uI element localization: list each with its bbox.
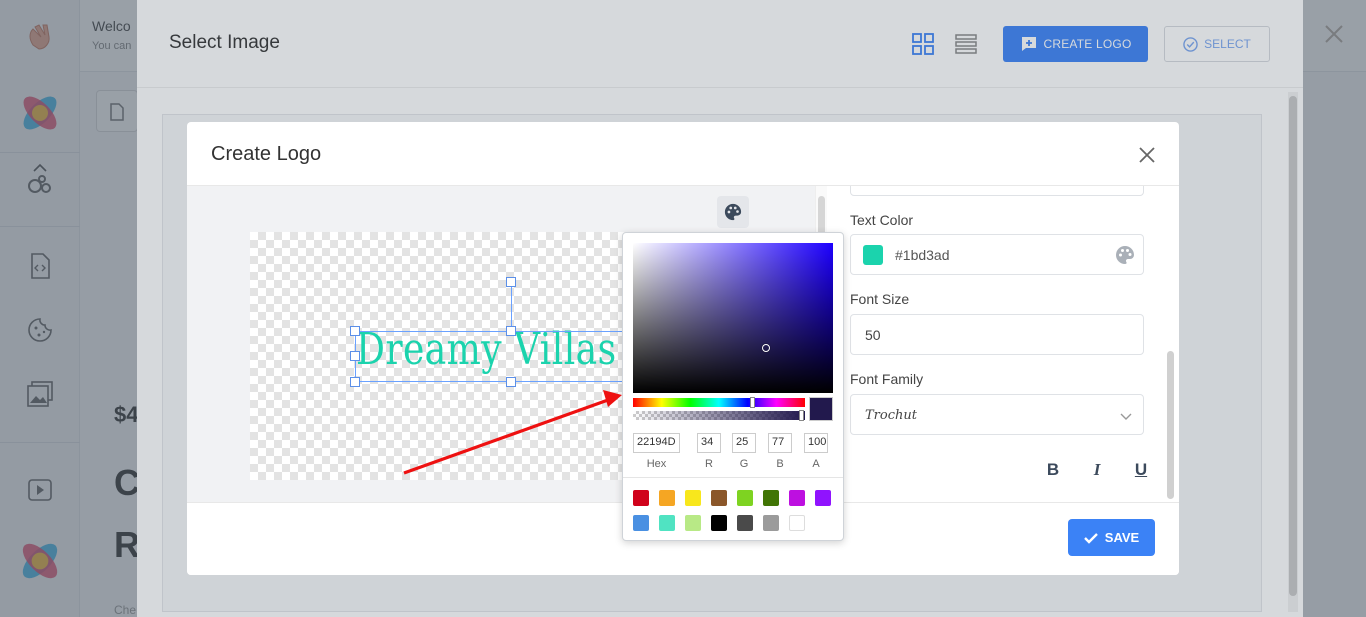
- properties-scrollbar[interactable]: [1165, 186, 1177, 502]
- preset-color-swatch[interactable]: [659, 515, 675, 531]
- bold-button[interactable]: B: [1039, 456, 1067, 484]
- preset-color-swatch[interactable]: [633, 490, 649, 506]
- text-color-field[interactable]: #1bd3ad: [850, 234, 1144, 275]
- preset-color-swatch[interactable]: [737, 490, 753, 506]
- preset-colors: [623, 477, 843, 540]
- font-family-select[interactable]: Trochut: [850, 394, 1144, 435]
- resize-handle-b[interactable]: [506, 377, 516, 387]
- palette-icon[interactable]: [1115, 245, 1135, 265]
- preset-color-swatch[interactable]: [685, 490, 701, 506]
- text-properties-panel: Text Color #1bd3ad Font Size 50 Font Fam…: [828, 186, 1179, 502]
- italic-button[interactable]: I: [1083, 456, 1111, 484]
- close-icon[interactable]: [1137, 145, 1157, 165]
- resize-handle-bl[interactable]: [350, 377, 360, 387]
- save-button[interactable]: SAVE: [1068, 519, 1155, 556]
- alpha-label: A: [812, 458, 820, 470]
- palette-icon: [724, 203, 742, 221]
- rotation-line: [511, 286, 512, 331]
- underline-label: U: [1134, 460, 1148, 479]
- save-label: SAVE: [1104, 530, 1140, 545]
- preset-color-swatch[interactable]: [685, 515, 701, 531]
- resize-handle-t[interactable]: [506, 326, 516, 336]
- preset-color-swatch[interactable]: [711, 490, 727, 506]
- alpha-thumb[interactable]: [799, 410, 804, 421]
- blue-input[interactable]: 77: [768, 433, 792, 453]
- blue-label: B: [776, 458, 784, 470]
- rotate-handle[interactable]: [506, 277, 516, 287]
- text-color-label: Text Color: [850, 212, 914, 228]
- text-input[interactable]: [850, 186, 1144, 196]
- font-size-input[interactable]: 50: [850, 314, 1144, 355]
- color-picker-popover: 22194D 34 25 77 100 Hex R G B A: [622, 232, 844, 541]
- preset-color-swatch[interactable]: [815, 490, 831, 506]
- preset-color-swatch[interactable]: [633, 515, 649, 531]
- preset-color-swatch[interactable]: [737, 515, 753, 531]
- green-input[interactable]: 25: [732, 433, 756, 453]
- palette-button[interactable]: [717, 196, 749, 228]
- font-size-value: 50: [865, 327, 881, 343]
- hue-thumb[interactable]: [750, 397, 755, 408]
- font-family-value: Trochut: [865, 408, 917, 423]
- alpha-slider[interactable]: [633, 410, 805, 421]
- alpha-input[interactable]: 100: [804, 433, 828, 453]
- preset-color-swatch[interactable]: [763, 515, 779, 531]
- text-color-value: #1bd3ad: [895, 247, 950, 263]
- preset-color-swatch[interactable]: [659, 490, 675, 506]
- font-family-label: Font Family: [850, 371, 924, 387]
- preset-color-swatch[interactable]: [711, 515, 727, 531]
- italic-label: I: [1093, 460, 1101, 479]
- text-color-swatch[interactable]: [863, 245, 883, 265]
- green-label: G: [739, 458, 749, 470]
- current-color-swatch: [809, 397, 833, 421]
- hex-label: Hex: [646, 458, 667, 470]
- underline-button[interactable]: U: [1127, 456, 1155, 484]
- resize-handle-tl[interactable]: [350, 326, 360, 336]
- bold-label: B: [1046, 460, 1060, 479]
- preset-color-swatch[interactable]: [763, 490, 779, 506]
- red-label: R: [705, 458, 713, 470]
- saturation-area[interactable]: [633, 243, 833, 393]
- hue-slider[interactable]: [633, 397, 805, 408]
- font-size-label: Font Size: [850, 291, 910, 307]
- check-icon: [1083, 532, 1098, 544]
- preset-color-swatch[interactable]: [789, 515, 805, 531]
- red-input[interactable]: 34: [697, 433, 721, 453]
- modal-title: Create Logo: [211, 143, 322, 165]
- resize-handle-l[interactable]: [350, 351, 360, 361]
- chevron-down-icon: [1120, 413, 1132, 420]
- hex-input[interactable]: 22194D: [633, 433, 680, 453]
- preset-color-swatch[interactable]: [789, 490, 805, 506]
- selection-box[interactable]: [355, 331, 655, 382]
- saturation-cursor[interactable]: [762, 344, 770, 352]
- modal-header: Create Logo: [187, 122, 1179, 186]
